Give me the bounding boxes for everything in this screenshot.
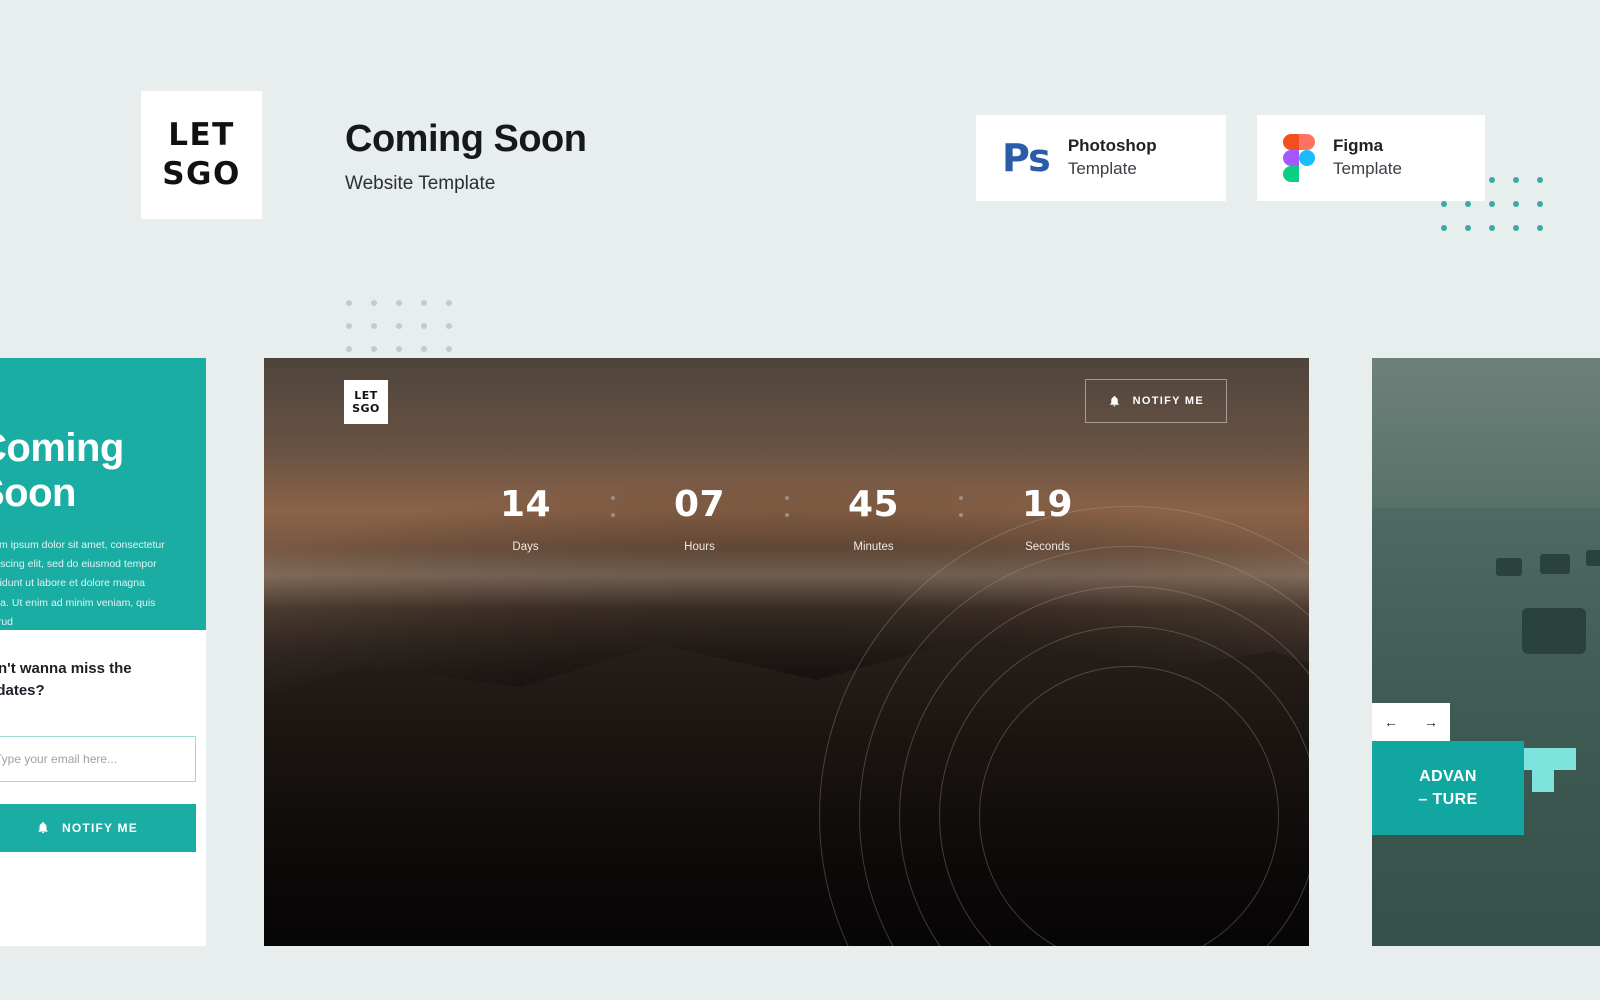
next-arrow-icon[interactable]: → [1424, 715, 1438, 729]
advanture-card: ADVAN – TURE [1372, 741, 1524, 835]
countdown-days: 14 Days [451, 484, 601, 553]
left-panel-title: Coming Soon [0, 426, 124, 515]
hero-notify-button[interactable]: NOTIFY ME [1084, 379, 1227, 423]
prev-arrow-icon[interactable]: ← [1384, 715, 1398, 729]
advanture-card-line1: ADVAN [1419, 767, 1477, 785]
badge-figma-name: Figma [1333, 136, 1384, 156]
left-panel-question: Don't wanna miss the updates? [0, 660, 132, 699]
badge-figma[interactable]: Figma Template [1257, 115, 1485, 201]
left-panel-hero: Coming Soon Lorem ipsum dolor sit amet, … [0, 358, 206, 630]
badge-photoshop-text: Photoshop Template [1068, 135, 1157, 181]
hero-logo-line2: SGO [352, 402, 380, 415]
badge-photoshop[interactable]: Ps Photoshop Template [976, 115, 1226, 201]
decorative-arcs [819, 506, 1309, 946]
brand-logo-line1: LET [168, 117, 235, 154]
presentation-stage: LET SGO Coming Soon Website Template Ps … [0, 0, 1600, 1000]
countdown-minutes-value: 45 [847, 484, 900, 525]
email-input[interactable]: Type your email here... [0, 735, 196, 782]
badge-photoshop-kind: Template [1067, 159, 1137, 178]
notify-me-button[interactable]: NOTIFY ME [0, 803, 196, 852]
left-panel-body: Lorem ipsum dolor sit amet, consectetur … [0, 538, 165, 629]
countdown-minutes-label: Minutes [853, 541, 894, 553]
page-title: Coming Soon [345, 118, 587, 160]
countdown-seconds-label: Seconds [1025, 541, 1070, 553]
left-panel-form: Don't wanna miss the updates? Type your … [0, 658, 198, 852]
main-preview-hero: LET SGO NOTIFY ME 14 Days 07 Hours 45 Mi… [264, 358, 1309, 946]
countdown-hours-label: Hours [684, 541, 715, 553]
brand-logo: LET SGO [141, 91, 262, 219]
advanture-card-line2: – TURE [1418, 791, 1478, 808]
countdown-days-label: Days [512, 541, 539, 553]
page-subtitle: Website Template [345, 173, 496, 194]
left-preview-panel: Coming Soon Lorem ipsum dolor sit amet, … [0, 358, 206, 946]
vehicle-silhouette [1522, 608, 1586, 654]
countdown-hours-value: 07 [673, 484, 726, 525]
countdown-separator [601, 484, 625, 517]
right-panel-slider-nav: ← → [1372, 703, 1450, 741]
vehicle-silhouette [1540, 554, 1570, 574]
countdown-seconds-value: 19 [1021, 484, 1074, 525]
countdown-seconds: 19 Seconds [973, 484, 1123, 553]
badge-photoshop-name: Photoshop [1067, 136, 1157, 156]
badge-figma-text: Figma Template [1333, 135, 1402, 181]
photoshop-icon: Ps [1002, 136, 1051, 180]
countdown-timer: 14 Days 07 Hours 45 Minutes 19 Seconds [264, 484, 1309, 553]
vehicle-silhouette [1586, 550, 1600, 566]
brand-logo-line2: SGO [162, 156, 241, 192]
countdown-hours: 07 Hours [625, 484, 775, 553]
bell-icon [1109, 395, 1119, 407]
notify-me-label: NOTIFY ME [62, 820, 138, 835]
vehicle-silhouette [1496, 558, 1522, 576]
page-title-block: Coming Soon Website Template [345, 118, 587, 195]
figma-icon [1283, 134, 1315, 182]
countdown-separator [775, 484, 799, 517]
countdown-days-value: 14 [499, 484, 552, 525]
right-preview-panel: ← → ADVAN – TURE T D [1372, 358, 1600, 946]
countdown-minutes: 45 Minutes [799, 484, 949, 553]
dot-grid-grey [338, 292, 463, 361]
hero-logo-line1: LET [354, 388, 378, 402]
badge-figma-kind: Template [1333, 159, 1402, 178]
hero-notify-label: NOTIFY ME [1132, 395, 1204, 407]
bell-icon [38, 821, 48, 834]
hero-logo: LET SGO [344, 380, 388, 424]
countdown-separator [949, 484, 973, 517]
